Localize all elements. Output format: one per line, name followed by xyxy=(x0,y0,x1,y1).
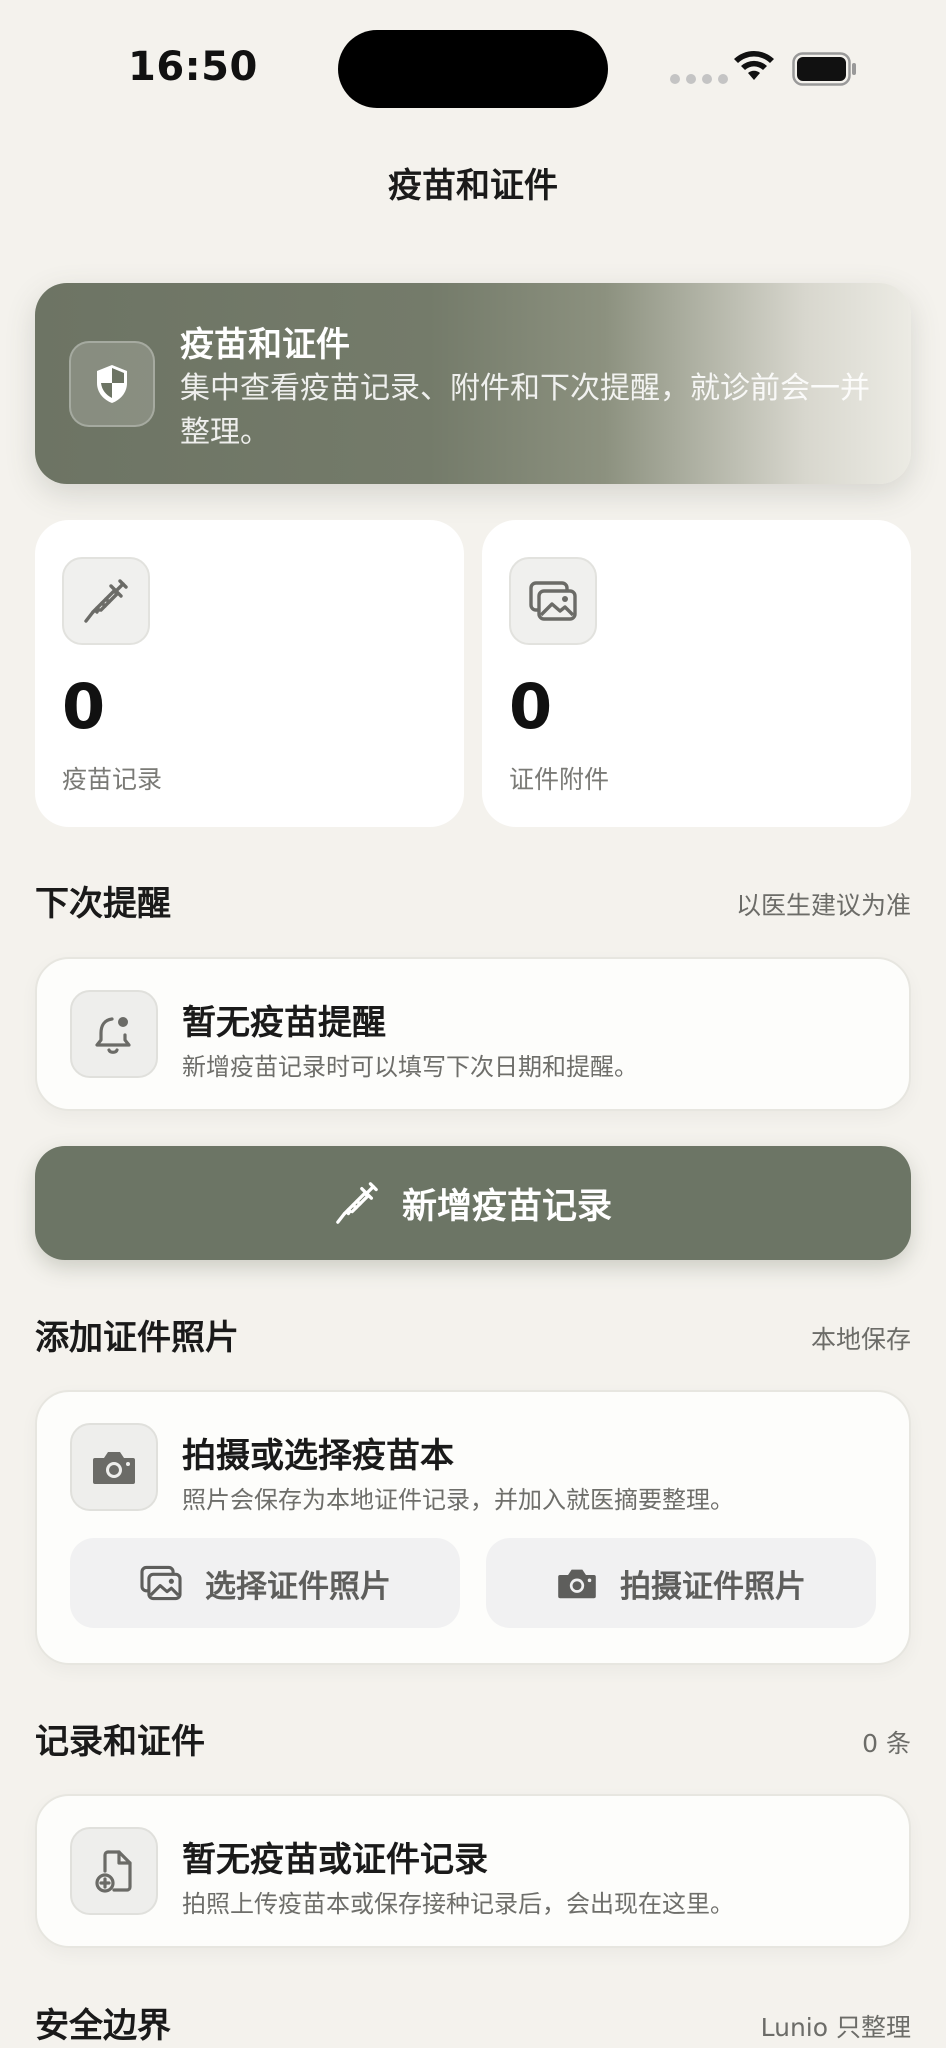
bell-icon xyxy=(70,990,158,1078)
photos-icon xyxy=(140,1565,182,1601)
hero-title: 疫苗和证件 xyxy=(180,325,350,365)
add-vaccine-record-label: 新增疫苗记录 xyxy=(401,1186,612,1227)
capture-document-photo-label: 拍摄证件照片 xyxy=(620,1568,806,1605)
status-bar: 16:50 xyxy=(0,0,946,140)
vaccine-records-stat-card[interactable]: 0 疫苗记录 xyxy=(35,520,464,827)
syringe-icon xyxy=(62,557,150,645)
next-reminder-heading: 下次提醒 xyxy=(35,884,171,924)
photos-icon xyxy=(509,557,597,645)
shield-icon xyxy=(69,341,155,427)
records-empty-description: 拍照上传疫苗本或保存接种记录后，会出现在这里。 xyxy=(182,1890,734,1918)
capture-document-photo-button[interactable]: 拍摄证件照片 xyxy=(486,1538,876,1628)
status-time: 16:50 xyxy=(128,44,258,90)
records-heading: 记录和证件 xyxy=(35,1722,205,1762)
attachments-label: 证件附件 xyxy=(509,765,610,794)
syringe-icon xyxy=(336,1182,378,1224)
choose-document-photo-button[interactable]: 选择证件照片 xyxy=(70,1538,460,1628)
reminder-empty-title: 暂无疫苗提醒 xyxy=(182,1003,386,1043)
safety-note: Lunio 只整理 xyxy=(760,2013,911,2042)
add-photo-card-title: 拍摄或选择疫苗本 xyxy=(182,1436,454,1476)
records-empty-title: 暂无疫苗或证件记录 xyxy=(182,1840,488,1880)
hero-banner: 疫苗和证件 集中查看疫苗记录、附件和下次提醒，就诊前会一并整理。 xyxy=(35,283,911,484)
add-photo-card-description: 照片会保存为本地证件记录，并加入就医摘要整理。 xyxy=(182,1486,734,1514)
wifi-icon xyxy=(734,51,774,80)
vaccine-records-count: 0 xyxy=(62,670,106,743)
camera-icon xyxy=(558,1569,596,1599)
dynamic-island xyxy=(338,30,608,108)
add-photo-note: 本地保存 xyxy=(810,1325,911,1354)
cellular-signal-icon xyxy=(670,74,728,84)
add-vaccine-record-button[interactable]: 新增疫苗记录 xyxy=(35,1146,911,1260)
battery-icon xyxy=(792,52,856,86)
attachments-stat-card[interactable]: 0 证件附件 xyxy=(482,520,911,827)
document-add-icon xyxy=(70,1827,158,1915)
attachments-count: 0 xyxy=(509,670,553,743)
page-title: 疫苗和证件 xyxy=(388,166,558,206)
records-empty-card: 暂无疫苗或证件记录 拍照上传疫苗本或保存接种记录后，会出现在这里。 xyxy=(35,1794,911,1948)
safety-heading: 安全边界 xyxy=(35,2006,171,2046)
add-photo-heading: 添加证件照片 xyxy=(35,1318,239,1358)
reminder-empty-description: 新增疫苗记录时可以填写下次日期和提醒。 xyxy=(182,1053,638,1081)
reminder-empty-card: 暂无疫苗提醒 新增疫苗记录时可以填写下次日期和提醒。 xyxy=(35,957,911,1111)
camera-icon xyxy=(70,1423,158,1511)
records-count: 0 条 xyxy=(862,1729,911,1758)
vaccine-records-label: 疫苗记录 xyxy=(62,765,163,794)
choose-document-photo-label: 选择证件照片 xyxy=(205,1568,391,1605)
hero-description: 集中查看疫苗记录、附件和下次提醒，就诊前会一并整理。 xyxy=(180,371,870,450)
next-reminder-note: 以医生建议为准 xyxy=(735,891,911,920)
